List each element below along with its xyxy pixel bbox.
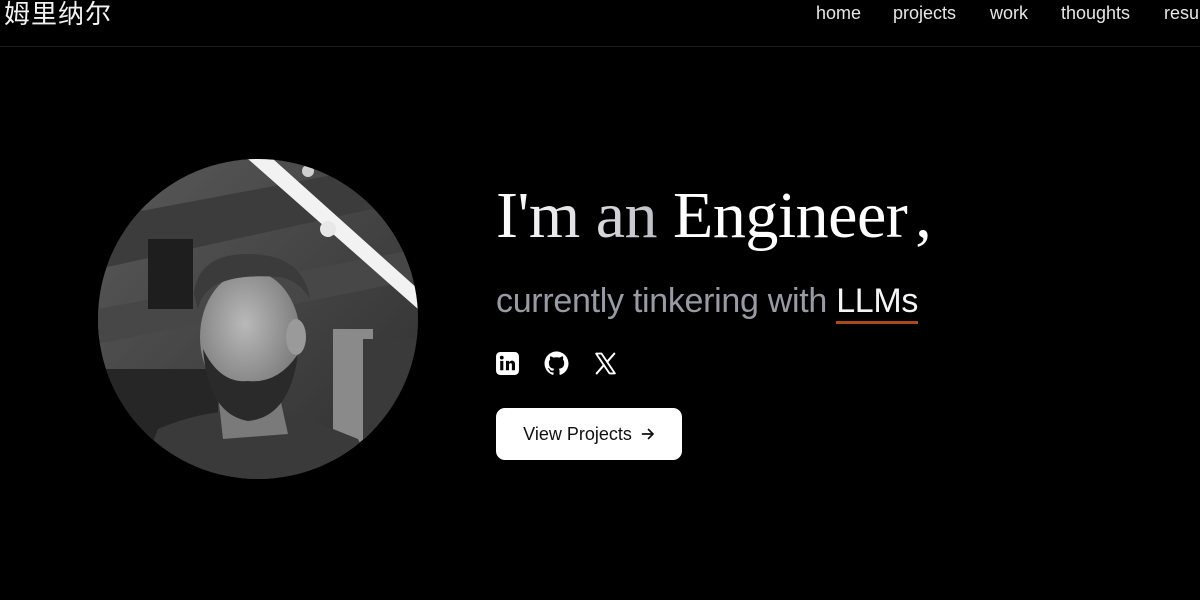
arrow-right-icon <box>641 428 654 440</box>
nav-link-resume[interactable]: resu <box>1164 3 1199 24</box>
social-links <box>495 351 618 376</box>
subline-text: currently tinkering with <box>496 282 837 320</box>
github-icon[interactable] <box>544 351 569 376</box>
headline-role: Engineer <box>673 179 908 252</box>
hero-subline: currently tinkering with LLMs <box>496 282 918 324</box>
view-projects-button[interactable]: View Projects <box>496 408 682 460</box>
nav-link-home[interactable]: home <box>816 3 861 24</box>
linkedin-icon[interactable] <box>495 351 520 376</box>
view-projects-label: View Projects <box>523 423 632 444</box>
hero-headline: I'm an Engineer, <box>496 176 932 256</box>
site-logo[interactable]: 姆里纳尔 <box>4 0 112 31</box>
headline-intro: I'm an <box>496 179 674 252</box>
profile-photo-image <box>98 159 418 479</box>
nav-link-work[interactable]: work <box>990 3 1028 24</box>
nav-link-projects[interactable]: projects <box>893 3 956 24</box>
top-navigation-bar: 姆里纳尔 home projects work thoughts resu <box>0 0 1200 47</box>
x-icon[interactable] <box>593 351 618 376</box>
nav-link-thoughts[interactable]: thoughts <box>1061 3 1130 24</box>
subline-highlight: LLMs <box>836 282 918 324</box>
headline-comma: , <box>915 179 932 252</box>
profile-photo <box>98 159 418 479</box>
